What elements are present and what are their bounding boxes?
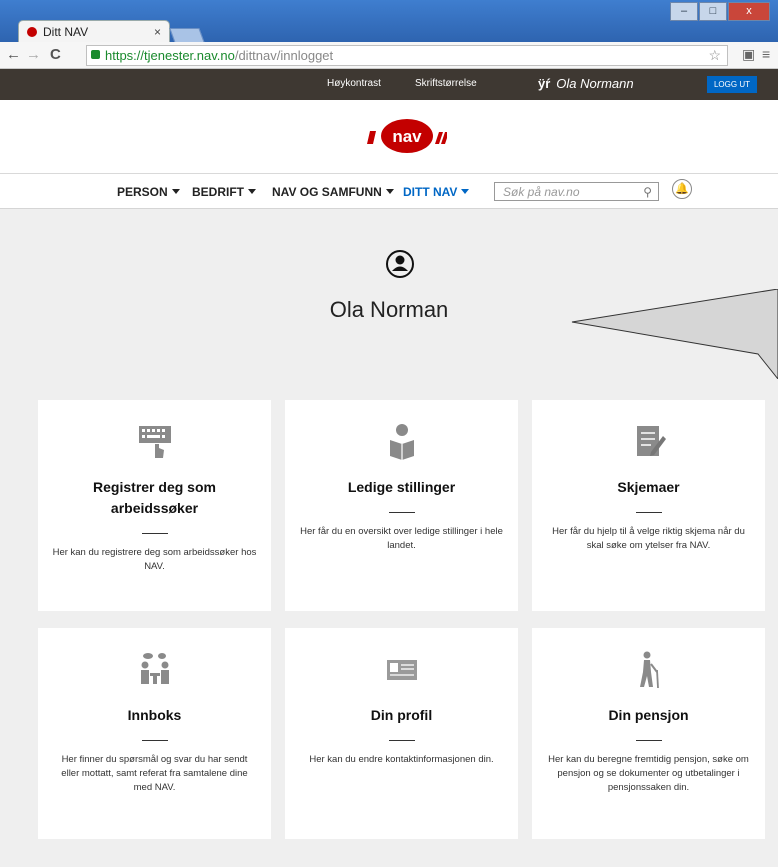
menu-person[interactable]: PERSON xyxy=(117,185,180,199)
search-input[interactable] xyxy=(501,183,635,201)
chevron-down-icon xyxy=(248,189,256,194)
card-text: Her finner du spørsmål og svar du har se… xyxy=(61,754,248,793)
lock-icon xyxy=(91,50,100,59)
chevron-down-icon xyxy=(385,189,394,194)
card-title: Registrer deg som arbeidssøker xyxy=(93,479,216,516)
divider xyxy=(388,740,415,741)
address-bar[interactable]: https://tjenester.nav.no/dittnav/innlogg… xyxy=(86,45,728,66)
notification-bell-icon[interactable]: 🔔 xyxy=(672,179,692,199)
search-box: ⚲ xyxy=(494,182,659,201)
minimize-icon[interactable]: – xyxy=(670,2,698,21)
extension-icon[interactable]: ▣ xyxy=(742,46,755,63)
menu-nav-og-samfunn[interactable]: NAV OG SAMFUNN xyxy=(272,185,394,199)
card-din-pensjon[interactable]: Din pensjon Her kan du beregne fremtidig… xyxy=(532,628,765,839)
divider xyxy=(635,512,662,513)
card-text: Her får du hjelp til å velge riktig skje… xyxy=(552,526,745,551)
browser-tab[interactable]: Ditt NAV × xyxy=(18,20,170,43)
card-title: Ledige stillinger xyxy=(347,479,456,495)
logged-in-user: ÿŕ Ola Normann xyxy=(538,76,634,91)
high-contrast-link[interactable]: Høykontrast xyxy=(327,78,381,89)
browser-titlebar: Ditt NAV × – □ x xyxy=(0,0,778,43)
form-pencil-icon xyxy=(636,426,666,456)
font-size-link[interactable]: Skriftstørrelse xyxy=(415,78,477,89)
browser-toolbar: ← → C https://tjenester.nav.no/dittnav/i… xyxy=(0,42,778,69)
meeting-icon xyxy=(140,653,169,684)
keyboard-icon xyxy=(138,426,171,458)
reload-icon[interactable]: C xyxy=(50,46,61,63)
card-title: Skjemaer xyxy=(617,479,680,495)
user-name: Ola Normann xyxy=(556,76,634,91)
main-menu: PERSON BEDRIFT NAV OG SAMFUNN DITT NAV ⚲… xyxy=(0,174,778,209)
newspaper-reader-icon xyxy=(389,424,414,460)
card-text: Her kan du beregne fremtidig pensjon, sø… xyxy=(548,754,749,793)
card-title: Innboks xyxy=(127,707,182,723)
chevron-down-icon xyxy=(461,189,470,194)
card-din-profil[interactable]: Din profil Her kan du endre kontaktinfor… xyxy=(285,628,518,839)
user-avatar-icon xyxy=(386,250,414,278)
menu-bedrift[interactable]: BEDRIFT xyxy=(192,185,256,199)
elderly-person-icon xyxy=(639,651,659,689)
divider xyxy=(141,740,168,741)
divider xyxy=(141,533,168,534)
window-controls: – □ x xyxy=(670,2,770,21)
chevron-down-icon xyxy=(171,189,180,194)
card-title: Din pensjon xyxy=(608,707,689,723)
url-text: https://tjenester.nav.no/dittnav/innlogg… xyxy=(105,48,334,63)
main-content: Ola Norman Registrer deg som arbeidssøke… xyxy=(0,209,778,867)
menu-icon[interactable]: ≡ xyxy=(762,46,770,62)
divider xyxy=(388,512,415,513)
card-innboks[interactable]: Innboks Her finner du spørsmål og svar d… xyxy=(38,628,271,839)
close-window-icon[interactable]: x xyxy=(728,2,770,21)
card-text: Her kan du registrere deg som arbeidssøk… xyxy=(52,547,257,572)
tab-close-icon[interactable]: × xyxy=(154,21,161,43)
utility-bar: Høykontrast Skriftstørrelse ÿŕ Ola Norman… xyxy=(0,69,778,100)
user-pair-icon: ÿŕ xyxy=(538,76,551,91)
annotation-callout xyxy=(571,289,778,379)
forward-arrow-icon[interactable]: → xyxy=(26,46,41,63)
bookmark-star-icon[interactable]: ☆ xyxy=(708,46,721,65)
nav-favicon-icon xyxy=(27,27,37,37)
card-title: Din profil xyxy=(370,707,433,723)
divider xyxy=(635,740,662,741)
nav-logo[interactable]: nav xyxy=(367,118,447,154)
card-registrer[interactable]: Registrer deg som arbeidssøker Her kan d… xyxy=(38,400,271,611)
card-ledige-stillinger[interactable]: Ledige stillinger Her får du en oversikt… xyxy=(285,400,518,611)
tab-title: Ditt NAV xyxy=(43,25,89,39)
header-logo-area: nav xyxy=(0,100,778,174)
card-text: Her får du en oversikt over ledige still… xyxy=(300,526,503,551)
new-tab-button[interactable] xyxy=(169,28,205,43)
card-text: Her kan du endre kontaktinformasjonen di… xyxy=(309,754,494,765)
svg-text:nav: nav xyxy=(392,127,422,146)
id-card-icon xyxy=(386,660,417,680)
maximize-icon[interactable]: □ xyxy=(699,2,727,21)
menu-ditt-nav[interactable]: DITT NAV xyxy=(403,185,470,199)
search-icon[interactable]: ⚲ xyxy=(643,183,652,202)
back-arrow-icon[interactable]: ← xyxy=(6,46,21,63)
logout-button[interactable]: LOGG UT xyxy=(707,76,757,93)
card-skjemaer[interactable]: Skjemaer Her får du hjelp til å velge ri… xyxy=(532,400,765,611)
